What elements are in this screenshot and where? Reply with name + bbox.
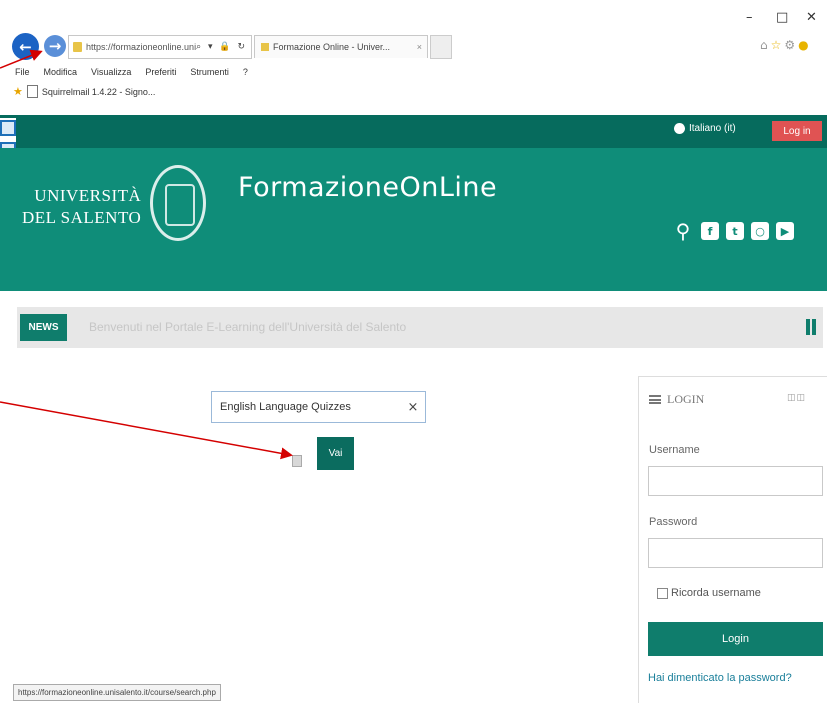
address-bar[interactable]: https://formazioneonline.unis... ⌕ ▾ 🔒 ↻ <box>68 35 252 59</box>
favorites-star-icon[interactable]: ☆ <box>771 38 785 52</box>
minimize-button[interactable]: – <box>746 10 753 25</box>
youtube-icon[interactable]: ▶ <box>776 222 794 240</box>
close-window-button[interactable]: ✕ <box>806 10 817 25</box>
login-block: LOGIN ◫◫ Username Password Ricorda usern… <box>638 376 827 703</box>
menu-item-strumenti[interactable]: Strumenti <box>190 67 229 77</box>
login-submit-button[interactable]: Login <box>648 622 823 656</box>
university-line-1: UNIVERSITÀ <box>34 186 142 205</box>
news-text[interactable]: Benvenuti nel Portale E-Learning dell'Un… <box>89 320 406 334</box>
favorite-link[interactable]: Squirrelmail 1.4.22 - Signo... <box>42 87 156 97</box>
address-url[interactable]: https://formazioneonline.unis... <box>86 42 196 52</box>
back-button[interactable]: ← <box>12 33 39 60</box>
site-top-bar: Italiano (it) Log in <box>0 115 827 148</box>
twitter-icon[interactable]: t <box>726 222 744 240</box>
news-ticker: NEWS Benvenuti nel Portale E-Learning de… <box>17 307 823 348</box>
login-block-title: LOGIN <box>667 392 705 406</box>
forward-button[interactable]: → <box>44 35 66 57</box>
tab-favicon-icon <box>261 43 269 51</box>
login-top-button[interactable]: Log in <box>772 121 822 141</box>
tab-close-icon[interactable]: × <box>417 42 427 52</box>
facebook-icon[interactable]: f <box>701 222 719 240</box>
username-label: Username <box>649 444 700 456</box>
browser-tab[interactable]: Formazione Online - Univer... × <box>254 35 428 58</box>
menu-bars-icon <box>649 395 661 404</box>
page-icon <box>26 85 38 98</box>
forgot-password-link[interactable]: Hai dimenticato la password? <box>648 672 792 684</box>
menu-item-visualizza[interactable]: Visualizza <box>91 67 131 77</box>
menu-item-help[interactable]: ? <box>243 67 248 77</box>
remember-label: Ricorda username <box>671 587 761 599</box>
browser-toolbar-icons: ⌂☆⚙● <box>760 38 812 52</box>
browser-chrome: ← → https://formazioneonline.unis... ⌕ ▾… <box>0 0 827 116</box>
pause-icon[interactable] <box>806 319 816 335</box>
menu-item-file[interactable]: File <box>15 67 30 77</box>
block-controls-icon[interactable]: ◫◫ <box>787 393 806 403</box>
username-field[interactable] <box>648 466 823 496</box>
menu-item-preferiti[interactable]: Preferiti <box>145 67 176 77</box>
search-value[interactable]: English Language Quizzes <box>212 401 401 413</box>
university-line-2: DEL SALENTO <box>22 208 142 227</box>
clear-icon[interactable]: × <box>401 400 425 415</box>
university-logo-text[interactable]: UNIVERSITÀ DEL SALENTO <box>22 185 141 229</box>
favorites-bar: ★ Squirrelmail 1.4.22 - Signo... <box>13 85 155 98</box>
search-icon[interactable]: ⚲ <box>672 219 694 243</box>
site-banner: UNIVERSITÀ DEL SALENTO FormazioneOnLine … <box>0 148 827 291</box>
login-block-header: LOGIN <box>649 392 704 407</box>
widget-icon <box>0 120 16 136</box>
language-label: Italiano (it) <box>689 123 736 134</box>
site-favicon-icon <box>73 42 82 52</box>
social-links: ⚲ f t ○ ▶ <box>672 219 794 243</box>
tab-title: Formazione Online - Univer... <box>273 42 391 52</box>
site-title[interactable]: FormazioneOnLine <box>238 172 497 203</box>
remember-username-checkbox[interactable]: Ricorda username <box>657 587 761 599</box>
menu-item-modifica[interactable]: Modifica <box>44 67 78 77</box>
address-tools[interactable]: ⌕ ▾ 🔒 ↻ <box>196 42 251 52</box>
language-selector[interactable]: Italiano (it) <box>674 123 736 134</box>
globe-icon <box>674 123 685 134</box>
settings-gear-icon[interactable]: ⚙ <box>784 38 798 52</box>
news-label: NEWS <box>20 314 67 341</box>
instagram-icon[interactable]: ○ <box>751 222 769 240</box>
checkbox-icon[interactable] <box>657 587 668 599</box>
status-bar-url: https://formazioneonline.unisalento.it/c… <box>13 684 221 701</box>
arrow-left-icon: ← <box>19 37 32 56</box>
cursor-icon <box>292 455 302 467</box>
password-label: Password <box>649 516 698 528</box>
maximize-button[interactable]: □ <box>776 10 788 25</box>
university-seal-icon[interactable] <box>150 165 206 241</box>
home-icon[interactable]: ⌂ <box>760 38 771 52</box>
vai-button[interactable]: Vai <box>317 437 354 470</box>
new-tab-button[interactable] <box>430 35 452 59</box>
smiley-icon[interactable]: ● <box>798 38 811 52</box>
course-search-input[interactable]: English Language Quizzes × <box>211 391 426 423</box>
menu-bar: File Modifica Visualizza Preferiti Strum… <box>15 67 248 77</box>
favorites-star-icon[interactable]: ★ <box>13 85 23 98</box>
password-field[interactable] <box>648 538 823 568</box>
arrow-right-icon: → <box>48 37 62 55</box>
